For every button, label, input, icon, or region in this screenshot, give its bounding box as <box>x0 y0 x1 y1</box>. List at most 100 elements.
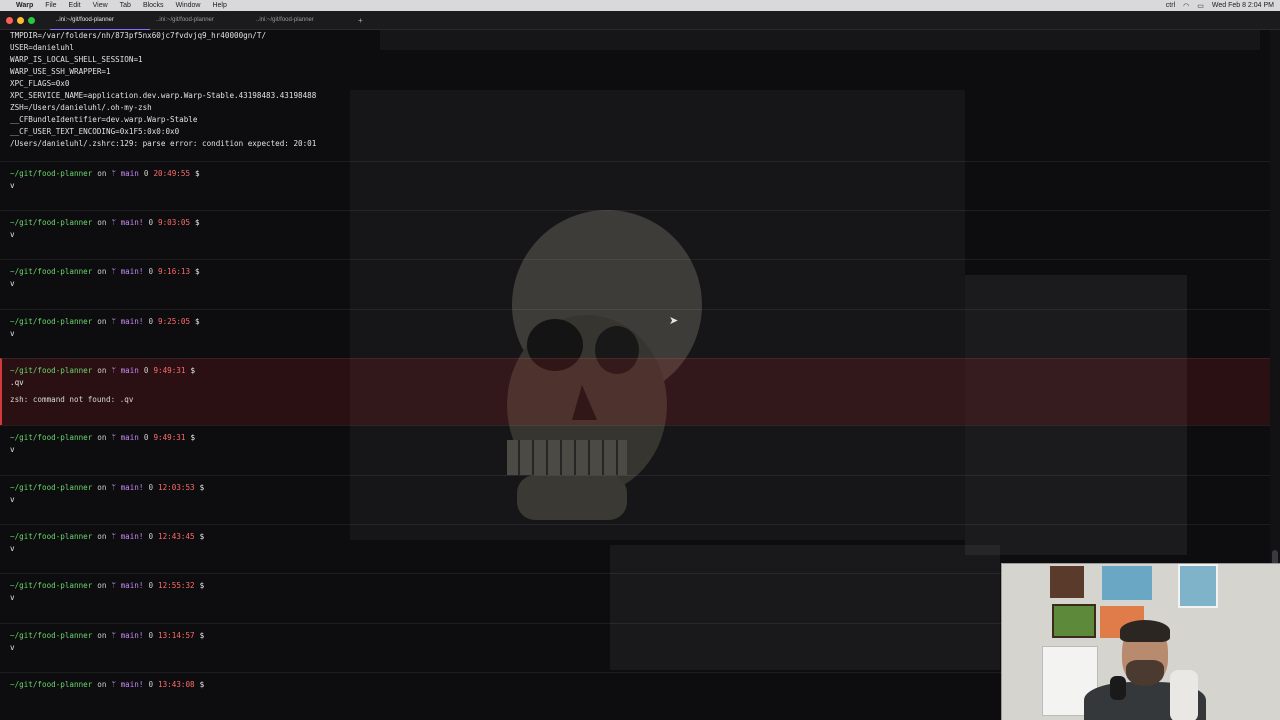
tab-label: ..ini:~/git/food-planner <box>56 16 114 23</box>
prompt-exit-status: 0 <box>143 366 149 375</box>
wall-painting <box>1052 604 1096 638</box>
battery-icon[interactable]: ▭ <box>1197 2 1204 10</box>
prompt-time: 9:16:13 <box>158 267 191 276</box>
prompt-symbol: $ <box>195 169 200 178</box>
command-block[interactable]: ~/git/food-planner on ᛘ main 0 20:49:55 $ v <box>0 161 1270 210</box>
prompt-cwd: ~/git/food-planner <box>10 366 93 375</box>
env-line: __CF_USER_TEXT_ENCODING=0x1F5:0x0:0x0 <box>10 127 180 136</box>
menu-window[interactable]: Window <box>176 2 201 9</box>
prompt-branch: ᛘ main! <box>111 631 144 640</box>
prompt-on: on <box>97 433 107 442</box>
command-block[interactable]: ~/git/food-planner on ᛘ main! 0 9:03:05 $ v <box>0 210 1270 259</box>
prompt-cwd: ~/git/food-planner <box>10 631 93 640</box>
prompt-branch: ᛘ main <box>111 169 139 178</box>
wall-painting <box>1102 566 1152 600</box>
prompt-time: 9:03:05 <box>158 218 191 227</box>
prompt-branch: ᛘ main! <box>111 680 144 689</box>
env-line: TMPDIR=/var/folders/nh/873pf5nx60jc7fvdv… <box>10 31 267 40</box>
env-line: WARP_USE_SSH_WRAPPER=1 <box>10 67 111 76</box>
command-text: .qv <box>10 378 24 387</box>
command-block[interactable]: ~/git/food-planner on ᛘ main! 0 9:25:05 $ v <box>0 309 1270 358</box>
prompt-cwd: ~/git/food-planner <box>10 169 93 178</box>
prompt-on: on <box>97 532 107 541</box>
close-window-button[interactable] <box>6 16 13 24</box>
webcam-overlay <box>1001 563 1280 720</box>
command-block[interactable]: ~/git/food-planner on ᛘ main 0 9:49:31 $ v <box>0 425 1270 475</box>
window-controls <box>0 16 50 24</box>
status-text[interactable]: ctrl <box>1166 2 1175 9</box>
menu-tab[interactable]: Tab <box>120 2 131 9</box>
prompt-symbol: $ <box>190 366 196 375</box>
menu-view[interactable]: View <box>93 2 108 9</box>
new-tab-button[interactable]: + <box>350 16 371 25</box>
minimize-window-button[interactable] <box>17 16 24 24</box>
tab-1[interactable]: ..ini:~/git/food-planner <box>50 11 150 30</box>
prompt-exit-status: 0 <box>148 483 154 492</box>
command-text: v <box>10 495 15 504</box>
env-line: WARP_IS_LOCAL_SHELL_SESSION=1 <box>10 55 143 64</box>
menu-edit[interactable]: Edit <box>69 2 81 9</box>
prompt-time: 13:14:57 <box>158 631 195 640</box>
person-hair <box>1120 620 1170 642</box>
prompt-line: ~/git/food-planner on ᛘ main! 0 9:16:13 $ <box>10 260 1260 278</box>
prompt-time: 9:25:05 <box>158 317 191 326</box>
zoom-window-button[interactable] <box>28 16 35 24</box>
prompt-cwd: ~/git/food-planner <box>10 317 93 326</box>
env-output: TMPDIR=/var/folders/nh/873pf5nx60jc7fvdv… <box>0 30 1270 150</box>
person-beard <box>1126 660 1164 686</box>
wall-painting <box>1050 566 1084 598</box>
prompt-line: ~/git/food-planner on ᛘ main! 0 9:03:05 $ <box>10 211 1260 229</box>
prompt-symbol: $ <box>199 631 205 640</box>
prompt-cwd: ~/git/food-planner <box>10 433 93 442</box>
command-text: v <box>10 279 15 288</box>
command-output: zsh: command not found: .qv <box>10 395 134 404</box>
command-text: v <box>10 230 15 239</box>
prompt-branch: ᛘ main! <box>111 317 144 326</box>
prompt-on: on <box>97 483 107 492</box>
env-line: ZSH=/Users/danieluhl/.oh-my-zsh <box>10 103 152 112</box>
command-block[interactable]: ~/git/food-planner on ᛘ main! 0 12:03:53 $ v <box>0 475 1270 524</box>
prompt-line: ~/git/food-planner on ᛘ main 0 9:49:31 $ <box>10 359 1260 377</box>
prompt-cwd: ~/git/food-planner <box>10 218 93 227</box>
prompt-cwd: ~/git/food-planner <box>10 581 93 590</box>
prompt-on: on <box>97 317 107 326</box>
prompt-exit-status: 0 <box>148 581 154 590</box>
prompt-symbol: $ <box>199 532 205 541</box>
command-block-error[interactable]: ~/git/food-planner on ᛘ main 0 9:49:31 $ .qv zs… <box>0 358 1270 425</box>
menu-file[interactable]: File <box>45 2 56 9</box>
prompt-time: 12:55:32 <box>158 581 195 590</box>
prompt-symbol: $ <box>195 267 200 276</box>
prompt-cwd: ~/git/food-planner <box>10 532 93 541</box>
command-text: v <box>10 329 15 338</box>
env-line: USER=danieluhl <box>10 43 75 52</box>
tab-label: ..ini:~/git/food-planner <box>256 17 314 23</box>
env-line: /Users/danieluhl/.zshrc:129: parse error… <box>10 139 317 148</box>
menu-blocks[interactable]: Blocks <box>143 2 164 9</box>
prompt-symbol: $ <box>195 317 200 326</box>
prompt-symbol: $ <box>199 680 205 689</box>
menu-help[interactable]: Help <box>212 2 226 9</box>
command-text: v <box>10 445 15 454</box>
prompt-exit-status: 0 <box>148 680 154 689</box>
headphones <box>1110 676 1126 700</box>
prompt-time: 20:49:55 <box>153 169 191 178</box>
prompt-exit-status: 0 <box>148 218 154 227</box>
menu-warp[interactable]: Warp <box>16 2 33 9</box>
wifi-icon[interactable]: ◠ <box>1183 2 1189 10</box>
prompt-symbol: $ <box>195 218 200 227</box>
prompt-cwd: ~/git/food-planner <box>10 483 93 492</box>
prompt-on: on <box>97 218 107 227</box>
prompt-branch: ᛘ main <box>111 433 139 442</box>
prompt-branch: ᛘ main <box>111 366 139 375</box>
prompt-branch: ᛘ main! <box>111 267 144 276</box>
env-line: XPC_FLAGS=0x0 <box>10 79 70 88</box>
command-block[interactable]: ~/git/food-planner on ᛘ main! 0 9:16:13 $ v <box>0 259 1270 309</box>
menu-bar-clock[interactable]: Wed Feb 8 2:04 PM <box>1212 2 1274 9</box>
prompt-cwd: ~/git/food-planner <box>10 267 93 276</box>
tab-3[interactable]: ..ini:~/git/food-planner <box>250 11 350 30</box>
prompt-branch: ᛘ main! <box>111 218 144 227</box>
tab-2[interactable]: ..ini:~/git/food-planner <box>150 11 250 30</box>
macos-menu-bar: Warp File Edit View Tab Blocks Window He… <box>0 0 1280 11</box>
prompt-branch: ᛘ main! <box>111 581 144 590</box>
prompt-cwd: ~/git/food-planner <box>10 680 93 689</box>
